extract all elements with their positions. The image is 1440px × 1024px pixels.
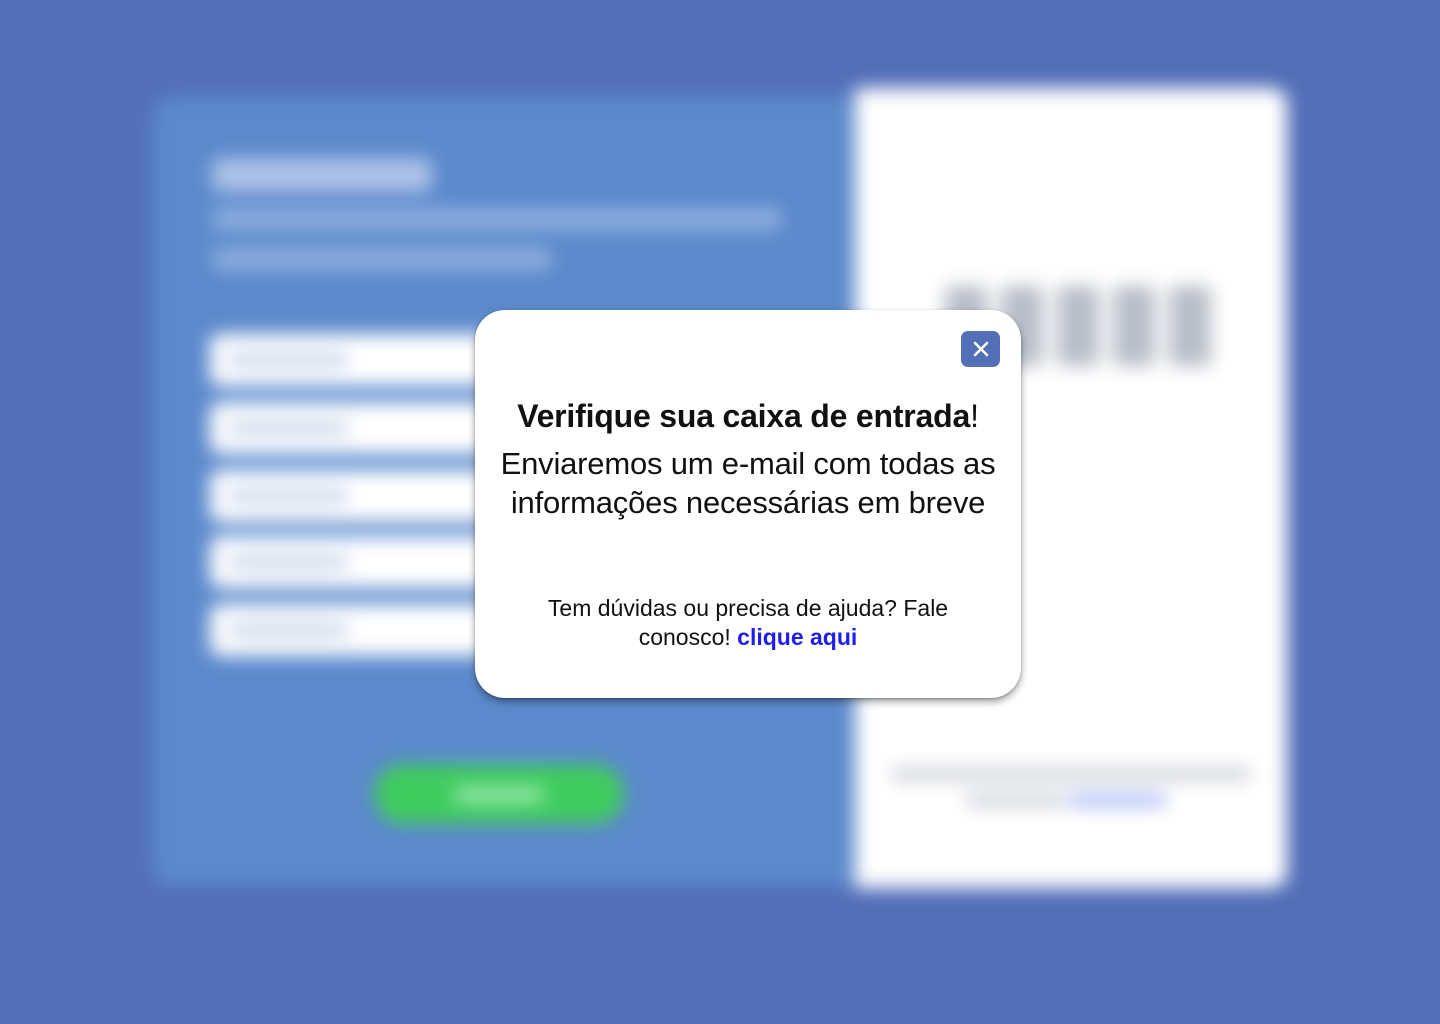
close-button[interactable] — [961, 331, 1000, 367]
submit-button-blurred — [374, 764, 624, 824]
footer-text-blurred — [965, 794, 1065, 806]
modal-title-bold: Verifique sua caixa de entrada — [517, 398, 971, 434]
welcome-title-blurred — [212, 158, 432, 192]
modal-message: Enviaremos um e-mail com todas as inform… — [500, 446, 996, 520]
help-text: Tem dúvidas ou precisa de ajuda? Fale co… — [515, 594, 981, 652]
footer-text-blurred — [891, 768, 1251, 780]
close-icon — [972, 340, 990, 358]
welcome-subtitle-blurred — [212, 248, 552, 270]
help-link[interactable]: clique aqui — [737, 624, 857, 650]
confirmation-modal: Verifique sua caixa de entrada! Enviarem… — [475, 310, 1021, 698]
modal-title: Verifique sua caixa de entrada! — [475, 396, 1021, 436]
footer-link-blurred — [1067, 794, 1167, 806]
modal-title-punctuation: ! — [970, 398, 979, 434]
page: Verifique sua caixa de entrada! Enviarem… — [0, 0, 1440, 1024]
welcome-subtitle-blurred — [212, 208, 782, 230]
